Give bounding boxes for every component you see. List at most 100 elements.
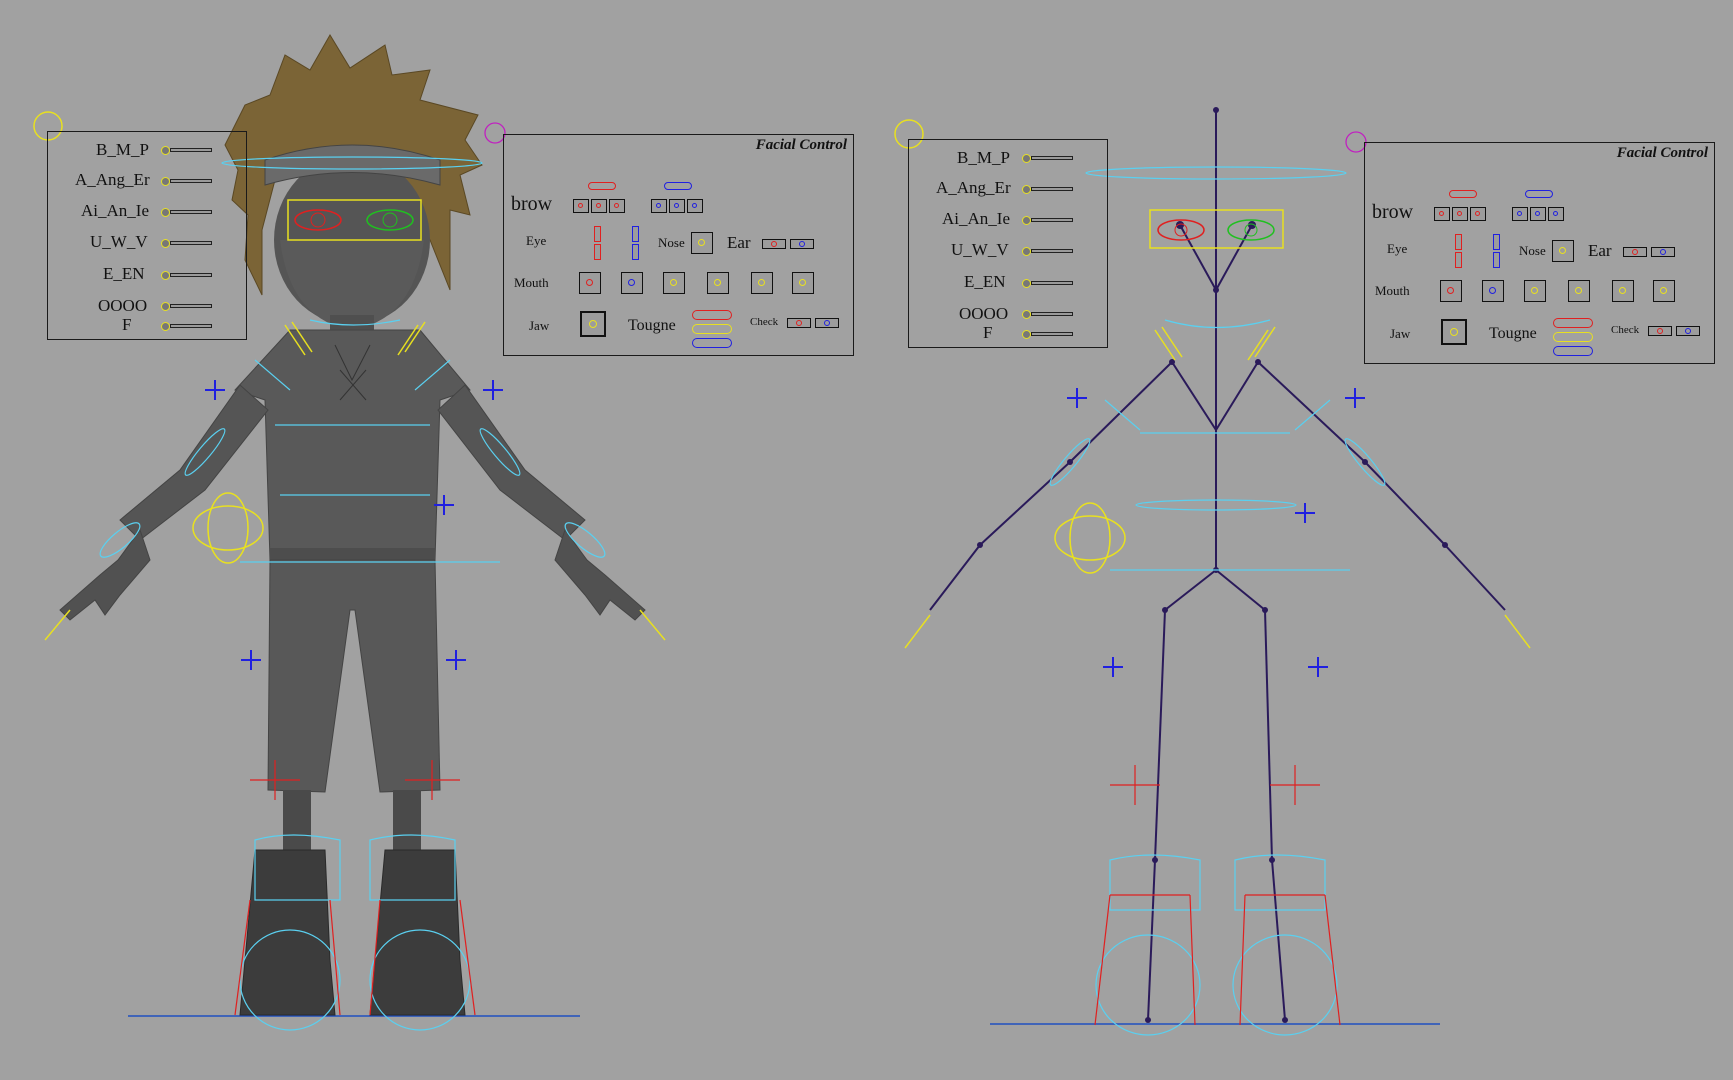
viseme-slider-bmp-knob[interactable] (1022, 154, 1031, 163)
mouth-label: Mouth (1375, 283, 1410, 298)
facial-control-title: Facial Control (1616, 145, 1708, 161)
eye-right-upper-lid-control[interactable] (1493, 234, 1500, 250)
viseme-slider-oooo[interactable] (1031, 312, 1073, 316)
eye-left-lower-lid-control[interactable] (594, 244, 601, 260)
ear-right-control[interactable] (1651, 247, 1675, 257)
nose-control[interactable] (691, 232, 713, 254)
mouth-corner-right-control[interactable] (621, 272, 643, 294)
viseme-slider-oooo[interactable] (170, 304, 212, 308)
brow-left-mid-control[interactable] (591, 199, 607, 213)
viseme-slider-e-en[interactable] (170, 273, 212, 277)
brow-right-inner-control[interactable] (651, 199, 667, 213)
mouth-upper-lip-control[interactable] (1524, 280, 1546, 302)
mouth-corner-left-control[interactable] (579, 272, 601, 294)
viseme-label-bmp: B_M_P (957, 148, 1010, 167)
viseme-panel-left: B_M_P A_Ang_Er Ai_An_Ie U_W_V E_EN OOOO … (47, 131, 247, 340)
mouth-pucker-control[interactable] (1612, 280, 1634, 302)
eye-label: Eye (1387, 241, 1408, 256)
jaw-label: Jaw (529, 318, 550, 333)
viseme-slider-e-en[interactable] (1031, 281, 1073, 285)
mouth-smile-control[interactable] (1653, 280, 1675, 302)
nose-label: Nose (658, 235, 685, 250)
brow-right-master-control[interactable] (664, 182, 692, 190)
brow-label: brow (511, 193, 553, 215)
brow-left-mid-control[interactable] (1452, 207, 1468, 221)
viseme-slider-u-w-v-knob[interactable] (161, 239, 170, 248)
viseme-label-oooo: OOOO (98, 296, 148, 315)
brow-right-mid-control[interactable] (669, 199, 685, 213)
jaw-control[interactable] (1441, 319, 1467, 345)
eye-left-upper-lid-control[interactable] (1455, 234, 1462, 250)
viseme-label-ai-an-ie: Ai_An_Ie (942, 209, 1010, 228)
viseme-slider-a-ang-er-knob[interactable] (1022, 185, 1031, 194)
viseme-slider-u-w-v-knob[interactable] (1022, 247, 1031, 256)
brow-right-outer-control[interactable] (1548, 207, 1564, 221)
viseme-slider-bmp[interactable] (1031, 156, 1073, 160)
viseme-label-e-en: E_EN (103, 264, 145, 283)
viseme-slider-e-en-knob[interactable] (161, 271, 170, 280)
ear-left-control[interactable] (1623, 247, 1647, 257)
ear-left-control[interactable] (762, 239, 786, 249)
cheek-label: Check (1611, 324, 1640, 336)
viseme-slider-oooo-knob[interactable] (161, 302, 170, 311)
viseme-slider-a-ang-er-knob[interactable] (161, 177, 170, 186)
brow-left-master-control[interactable] (1449, 190, 1477, 198)
tongue-base-control[interactable] (1553, 346, 1593, 356)
viseme-label-e-en: E_EN (964, 272, 1006, 291)
eye-left-upper-lid-control[interactable] (594, 226, 601, 242)
viseme-slider-a-ang-er[interactable] (170, 179, 212, 183)
brow-right-outer-control[interactable] (687, 199, 703, 213)
viseme-slider-ai-an-ie[interactable] (1031, 218, 1073, 222)
viseme-label-oooo: OOOO (959, 304, 1009, 323)
viseme-slider-f-knob[interactable] (1022, 330, 1031, 339)
mouth-pucker-control[interactable] (751, 272, 773, 294)
nose-label: Nose (1519, 243, 1546, 258)
viseme-slider-e-en-knob[interactable] (1022, 279, 1031, 288)
eye-right-lower-lid-control[interactable] (1493, 252, 1500, 268)
nose-control[interactable] (1552, 240, 1574, 262)
brow-right-inner-control[interactable] (1512, 207, 1528, 221)
viseme-slider-u-w-v[interactable] (170, 241, 212, 245)
brow-right-mid-control[interactable] (1530, 207, 1546, 221)
tongue-mid-control[interactable] (692, 324, 732, 334)
cheek-left-control[interactable] (787, 318, 811, 328)
cheek-label: Check (750, 316, 779, 328)
cheek-right-control[interactable] (1676, 326, 1700, 336)
tongue-tip-control[interactable] (1553, 318, 1593, 328)
mouth-lower-lip-control[interactable] (707, 272, 729, 294)
viseme-slider-u-w-v[interactable] (1031, 249, 1073, 253)
viseme-slider-ai-an-ie[interactable] (170, 210, 212, 214)
eye-left-lower-lid-control[interactable] (1455, 252, 1462, 268)
brow-right-master-control[interactable] (1525, 190, 1553, 198)
cheek-right-control[interactable] (815, 318, 839, 328)
maya-viewport[interactable]: B_M_P A_Ang_Er Ai_An_Ie U_W_V E_EN OOOO … (0, 0, 1733, 1080)
brow-left-outer-control[interactable] (1470, 207, 1486, 221)
viseme-slider-oooo-knob[interactable] (1022, 310, 1031, 319)
eye-right-lower-lid-control[interactable] (632, 244, 639, 260)
brow-left-master-control[interactable] (588, 182, 616, 190)
viseme-slider-ai-an-ie-knob[interactable] (161, 208, 170, 217)
viseme-slider-a-ang-er[interactable] (1031, 187, 1073, 191)
cheek-left-control[interactable] (1648, 326, 1672, 336)
ear-right-control[interactable] (790, 239, 814, 249)
brow-left-inner-control[interactable] (1434, 207, 1450, 221)
eye-right-upper-lid-control[interactable] (632, 226, 639, 242)
viseme-slider-bmp[interactable] (170, 148, 212, 152)
tongue-tip-control[interactable] (692, 310, 732, 320)
brow-left-outer-control[interactable] (609, 199, 625, 213)
brow-left-inner-control[interactable] (573, 199, 589, 213)
mouth-corner-left-control[interactable] (1440, 280, 1462, 302)
mouth-label: Mouth (514, 275, 549, 290)
jaw-control[interactable] (580, 311, 606, 337)
mouth-lower-lip-control[interactable] (1568, 280, 1590, 302)
mouth-corner-right-control[interactable] (1482, 280, 1504, 302)
viseme-slider-f[interactable] (1031, 332, 1073, 336)
viseme-slider-f[interactable] (170, 324, 212, 328)
tongue-base-control[interactable] (692, 338, 732, 348)
viseme-slider-f-knob[interactable] (161, 322, 170, 331)
viseme-slider-ai-an-ie-knob[interactable] (1022, 216, 1031, 225)
viseme-slider-bmp-knob[interactable] (161, 146, 170, 155)
mouth-smile-control[interactable] (792, 272, 814, 294)
mouth-upper-lip-control[interactable] (663, 272, 685, 294)
tongue-mid-control[interactable] (1553, 332, 1593, 342)
